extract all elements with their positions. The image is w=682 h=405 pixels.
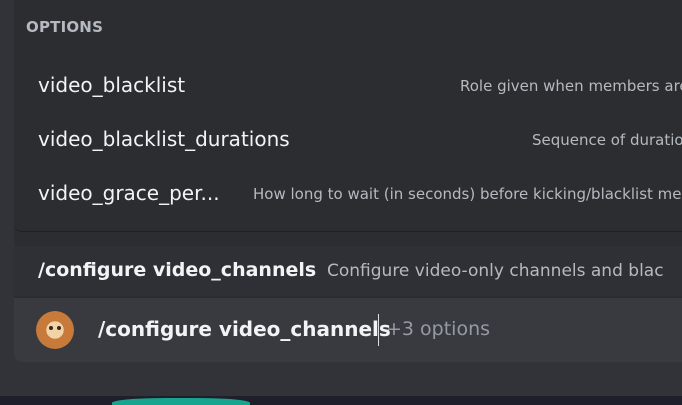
avatar-eye-left (49, 326, 53, 330)
option-description: How long to wait (in seconds) before kic… (253, 185, 682, 203)
option-description: Role given when members are (460, 77, 682, 95)
options-list: OPTIONS video_blacklist Role given when … (14, 0, 682, 232)
option-name: video_grace_per... (38, 181, 220, 205)
message-input[interactable]: /configure video_channels +3 options (14, 298, 682, 362)
input-command-text[interactable]: /configure video_channels (98, 317, 391, 341)
input-options-hint: +3 options (386, 318, 491, 340)
options-header: OPTIONS (26, 18, 104, 36)
command-autocomplete-screen: OPTIONS video_blacklist Role given when … (0, 0, 682, 405)
bottom-teal-shape (112, 398, 250, 405)
option-description: Sequence of duratio (532, 131, 682, 149)
bottom-background-strip (0, 396, 682, 405)
command-suggestion[interactable]: /configure video_channels Configure vide… (14, 246, 682, 296)
command-description: Configure video-only channels and blac (327, 261, 664, 281)
option-name: video_blacklist (38, 73, 186, 97)
option-name: video_blacklist_durations (38, 127, 290, 151)
avatar-eye-right (57, 326, 61, 330)
option-row-video-grace-period[interactable]: video_grace_per... How long to wait (in … (14, 169, 682, 217)
command-name: /configure video_channels (38, 259, 317, 281)
command-autocomplete-panel: OPTIONS video_blacklist Role given when … (14, 0, 682, 362)
bot-avatar (36, 311, 74, 349)
option-row-video-blacklist[interactable]: video_blacklist Role given when members … (14, 61, 682, 109)
text-caret (378, 314, 379, 346)
option-row-video-blacklist-durations[interactable]: video_blacklist_durations Sequence of du… (14, 115, 682, 163)
